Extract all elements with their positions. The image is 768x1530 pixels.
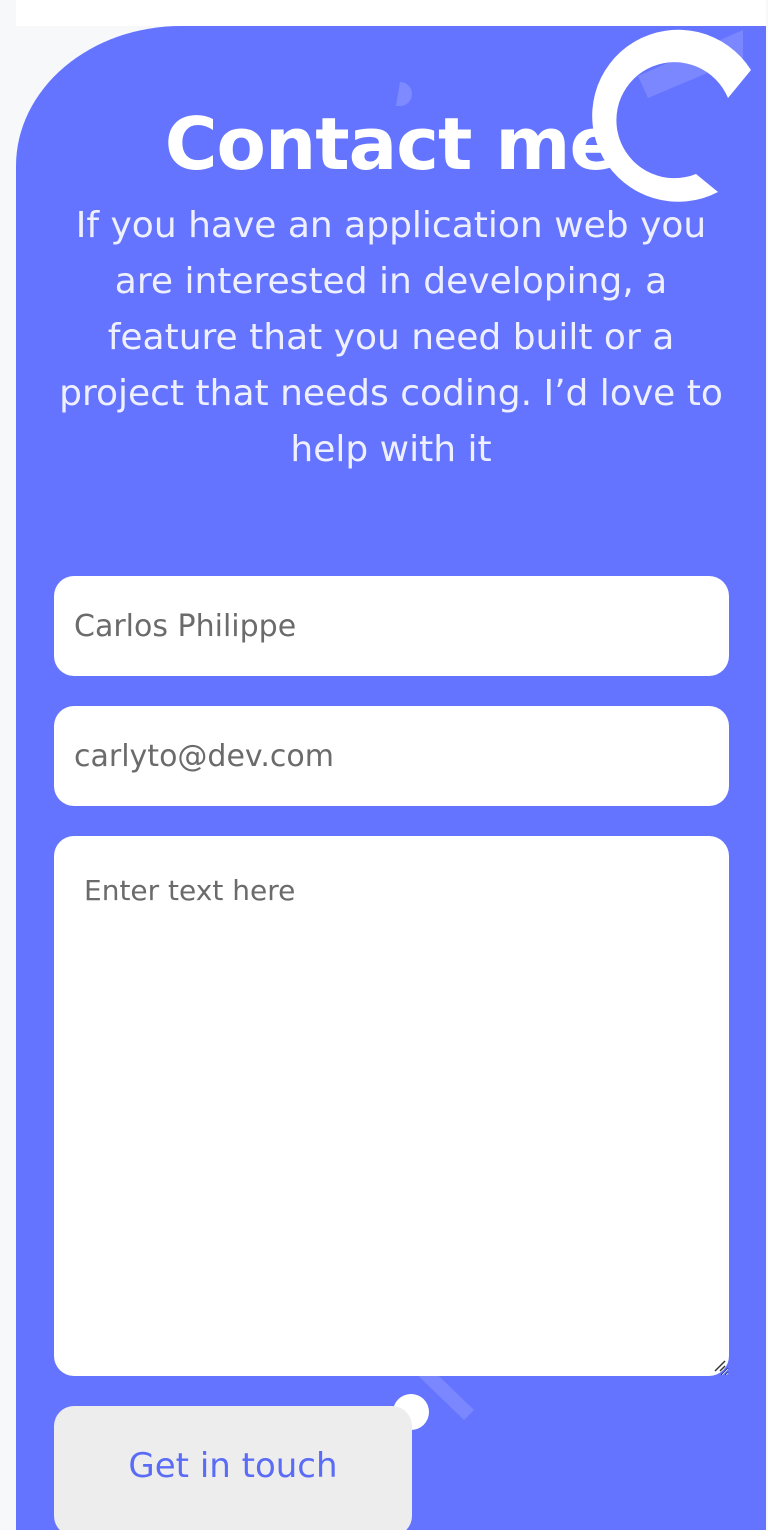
name-field[interactable] xyxy=(54,576,729,676)
get-in-touch-button[interactable]: Get in touch xyxy=(54,1406,412,1530)
page-title: Contact me xyxy=(164,102,619,186)
message-textarea[interactable] xyxy=(54,836,729,1376)
contact-section: Contact me If you have an application we… xyxy=(16,26,766,1530)
intro-paragraph: If you have an application web you are i… xyxy=(59,205,723,470)
decor-bar-shape xyxy=(638,30,743,98)
header-strip xyxy=(16,0,766,26)
email-field[interactable] xyxy=(54,706,729,806)
